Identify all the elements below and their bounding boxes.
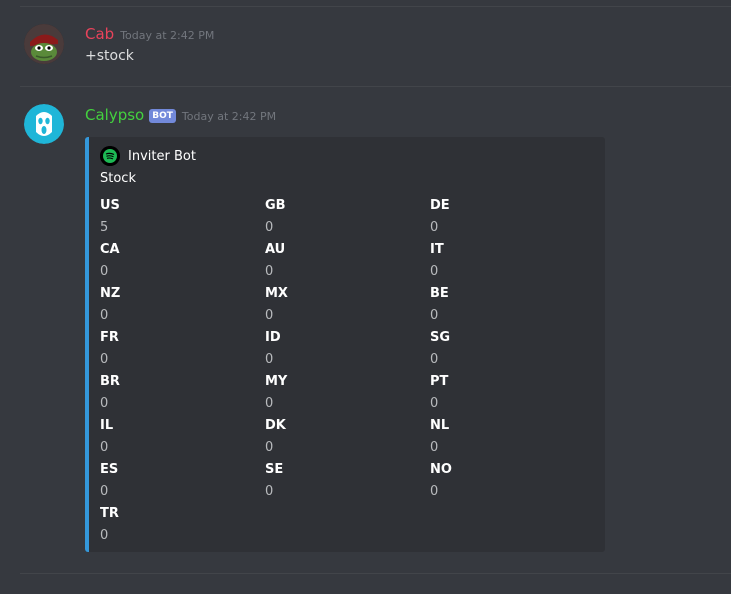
field-value: 0 [100,308,109,323]
message-content: +stock [85,48,134,64]
field-value: 0 [100,484,109,499]
field-value: 0 [265,440,274,455]
message-header: Cab Today at 2:42 PM [85,25,214,43]
timestamp: Today at 2:42 PM [181,110,277,123]
field-value: 0 [430,396,439,411]
embed-field: SE 0 [265,459,425,503]
embed-field: MY 0 [265,371,425,415]
message-divider-top [20,6,731,7]
embed-field: PT 0 [430,371,590,415]
field-name: BR [100,374,120,389]
field-value: 0 [265,308,274,323]
embed-field: BE 0 [430,283,590,327]
field-value: 0 [100,264,109,279]
field-name: US [100,198,120,213]
embed-field: BR 0 [100,371,260,415]
embed-title: Stock [100,171,136,186]
field-name: SE [265,462,284,477]
field-name: SG [430,330,451,345]
pepe-avatar-icon[interactable] [24,24,64,64]
field-name: NZ [100,286,121,301]
field-value: 5 [100,220,109,235]
embed-field: DK 0 [265,415,425,459]
username[interactable]: Calypso [85,106,144,124]
embed-field: ID 0 [265,327,425,371]
embed-author: Inviter Bot [100,146,196,166]
embed-author-name: Inviter Bot [128,148,196,164]
field-value: 0 [100,396,109,411]
embed-field: FR 0 [100,327,260,371]
bot-badge: BOT [149,109,176,123]
field-name: TR [100,506,119,521]
field-name: NL [430,418,450,433]
field-value: 0 [100,528,109,543]
field-value: 0 [100,440,109,455]
embed-field: DE 0 [430,195,590,239]
embed-field: CA 0 [100,239,260,283]
field-name: MY [265,374,288,389]
embed-field: NZ 0 [100,283,260,327]
field-name: BE [430,286,449,301]
embed-field: IT 0 [430,239,590,283]
field-name: AU [265,242,286,257]
embed-field: NO 0 [430,459,590,503]
embed-field: MX 0 [265,283,425,327]
embed-field: IL 0 [100,415,260,459]
embed-field: US 5 [100,195,260,239]
field-value: 0 [430,440,439,455]
field-name: ES [100,462,119,477]
ghost-face-avatar-icon[interactable] [24,104,64,144]
field-value: 0 [430,264,439,279]
username[interactable]: Cab [85,25,114,43]
field-value: 0 [100,352,109,367]
field-value: 0 [265,220,274,235]
field-name: IT [430,242,444,257]
field-value: 0 [265,396,274,411]
field-value: 0 [265,352,274,367]
field-value: 0 [430,484,439,499]
field-value: 0 [430,352,439,367]
message-divider-bottom [20,573,731,574]
field-name: ID [265,330,281,345]
field-name: DK [265,418,286,433]
field-name: NO [430,462,452,477]
embed-field: NL 0 [430,415,590,459]
field-name: MX [265,286,288,301]
field-name: DE [430,198,450,213]
embed-field: GB 0 [265,195,425,239]
field-name: PT [430,374,449,389]
embed: Inviter Bot Stock US 5 GB 0 DE 0 CA 0 AU 0 IT… [85,137,605,552]
field-value: 0 [265,264,274,279]
field-value: 0 [430,308,439,323]
field-name: GB [265,198,286,213]
spotify-icon [100,146,120,166]
field-value: 0 [430,220,439,235]
message-divider [20,86,731,87]
message-header: Calypso BOT Today at 2:42 PM [85,106,276,125]
field-value: 0 [265,484,274,499]
embed-field: ES 0 [100,459,260,503]
field-name: IL [100,418,114,433]
field-name: FR [100,330,119,345]
embed-field: SG 0 [430,327,590,371]
embed-field: TR 0 [100,503,260,547]
embed-field: AU 0 [265,239,425,283]
timestamp: Today at 2:42 PM [120,29,215,42]
field-name: CA [100,242,120,257]
